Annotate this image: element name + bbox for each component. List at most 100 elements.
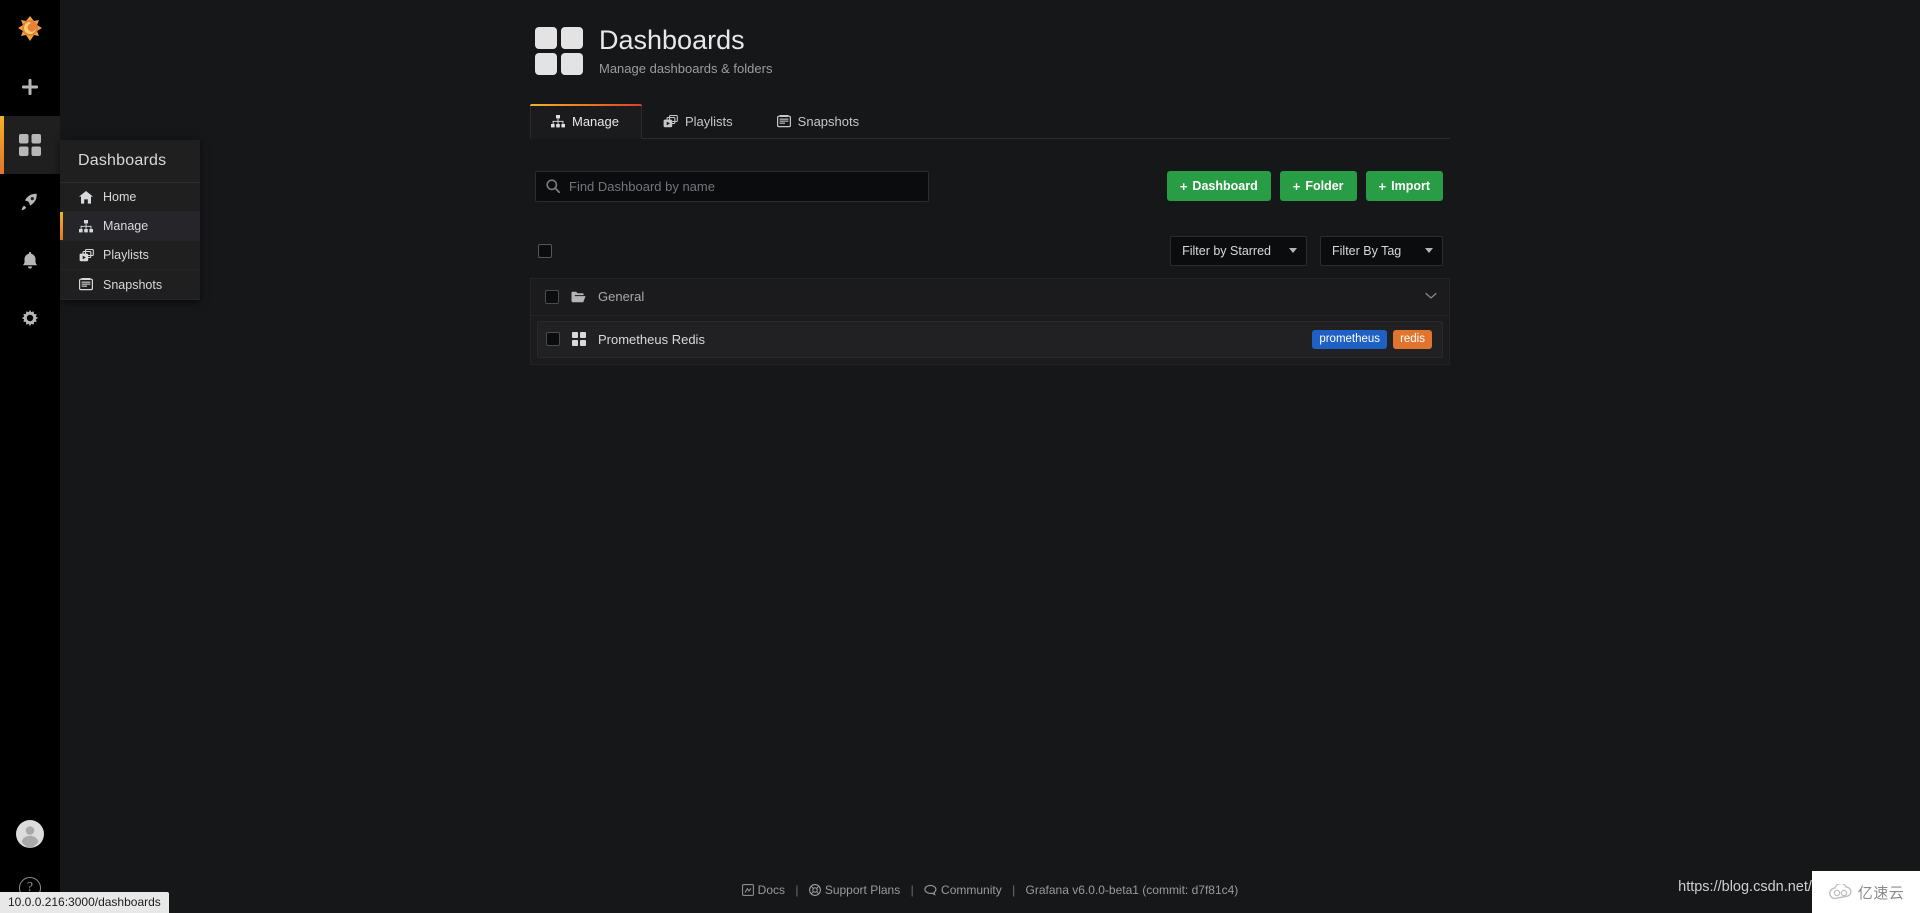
grafana-logo-icon[interactable]: [0, 0, 60, 58]
new-dashboard-button[interactable]: + Dashboard: [1166, 171, 1271, 202]
dashboard-grid-icon: [572, 332, 586, 347]
tab-snapshots[interactable]: Snapshots: [756, 104, 882, 139]
button-label: Folder: [1305, 179, 1344, 194]
cloud-icon: [1828, 884, 1854, 900]
dropdown-item-label: Snapshots: [103, 277, 163, 292]
sitemap-icon: [78, 219, 94, 233]
page-title: Dashboards: [599, 25, 745, 55]
plus-icon: +: [1292, 178, 1301, 194]
plus-icon: [22, 79, 38, 95]
page-inner: Dashboards Manage dashboards & folders M…: [530, 0, 1450, 365]
folder-row-general[interactable]: General: [531, 278, 1449, 316]
search-icon: [546, 179, 560, 194]
chevron-down-icon: [1425, 248, 1433, 254]
footer-link-community[interactable]: Community: [924, 883, 1005, 897]
watermark-text: 亿速云: [1857, 884, 1905, 902]
filter-selects: Filter by Starred Filter By Tag: [1170, 235, 1443, 266]
action-buttons: + Dashboard + Folder + Import: [1166, 171, 1443, 202]
footer-separator: |: [1012, 883, 1016, 897]
footer-link-docs[interactable]: Docs: [741, 883, 789, 897]
tab-manage[interactable]: Manage: [530, 103, 642, 139]
dropdown-header: Dashboards: [78, 152, 167, 169]
dashboard-tags: prometheus redis: [1312, 329, 1432, 349]
playlist-icon: [78, 248, 94, 262]
page-header: Dashboards Manage dashboards & folders: [530, 25, 1450, 76]
footer-link-label: Community: [941, 883, 1002, 897]
camera-icon: [78, 278, 94, 291]
footer-link-label: Support Plans: [824, 883, 901, 897]
filter-by-starred-select[interactable]: Filter by Starred: [1170, 235, 1307, 266]
camera-icon: [776, 114, 791, 128]
page-subtitle: Manage dashboards & folders: [599, 60, 773, 76]
footer-separator: |: [795, 883, 799, 897]
chevron-down-icon[interactable]: [1425, 291, 1437, 303]
folder-checkbox[interactable]: [545, 289, 559, 304]
filter-row: Filter by Starred Filter By Tag: [530, 235, 1450, 266]
page-titles: Dashboards Manage dashboards & folders: [599, 25, 773, 76]
rocket-icon: [21, 193, 37, 211]
doc-icon: [741, 884, 754, 896]
button-label: Dashboard: [1192, 179, 1258, 194]
import-button[interactable]: + Import: [1365, 171, 1443, 202]
tab-playlists[interactable]: Playlists: [642, 104, 756, 139]
dropdown-item-manage[interactable]: Manage: [60, 212, 200, 241]
new-folder-button[interactable]: + Folder: [1279, 171, 1357, 202]
folder-open-icon: [571, 291, 586, 303]
dropdown-item-label: Manage: [103, 219, 149, 233]
sidemenu: ?: [0, 0, 60, 913]
dashboard-title: Prometheus Redis: [598, 331, 705, 347]
browser-status-url: 10.0.0.216:3000/dashboards: [0, 892, 169, 913]
dropdown-item-home[interactable]: Home: [60, 183, 200, 212]
dropdown-item-playlists[interactable]: Playlists: [60, 241, 200, 270]
search-input[interactable]: [569, 178, 918, 194]
dropdown-item-label: Playlists: [103, 248, 149, 262]
footer-version: Grafana v6.0.0-beta1 (commit: d7f81c4): [1025, 883, 1239, 897]
watermark: 亿速云: [1812, 871, 1920, 913]
sidebar-item-alerting[interactable]: [0, 232, 60, 290]
select-value: Filter By Tag: [1332, 243, 1402, 258]
tab-label: Manage: [572, 113, 619, 129]
sidebar-item-create[interactable]: [0, 58, 60, 116]
sitemap-icon: [551, 114, 565, 128]
dropdown-item-label: Home: [103, 190, 137, 204]
select-value: Filter by Starred: [1182, 243, 1271, 258]
tab-bar: Manage Playlists Snapshots: [530, 103, 1450, 139]
tab-label: Playlists: [684, 113, 733, 129]
action-row: + Dashboard + Folder + Import: [530, 170, 1450, 202]
tag-prometheus[interactable]: prometheus: [1312, 329, 1388, 349]
overlay-url-hint: https://blog.csdn.net/q: [1678, 879, 1820, 895]
dashboards-grid-icon: [535, 26, 583, 75]
comment-icon: [924, 884, 937, 896]
plus-icon: +: [1378, 178, 1387, 194]
filter-by-tag-select[interactable]: Filter By Tag: [1320, 235, 1443, 266]
page-content: Dashboards Manage dashboards & folders M…: [60, 0, 1920, 913]
select-all-checkbox[interactable]: [538, 243, 552, 258]
search-box[interactable]: [535, 170, 929, 202]
dashboard-list: General Prometheus Redis prometheus redi…: [530, 277, 1450, 365]
lifebuoy-icon: [808, 884, 821, 896]
dropdown-item-snapshots[interactable]: Snapshots: [60, 270, 200, 299]
sidebar-item-explore[interactable]: [0, 174, 60, 232]
sidebar-item-dashboards[interactable]: [0, 116, 60, 174]
home-icon: [78, 190, 94, 204]
gear-icon: [21, 309, 39, 327]
button-label: Import: [1391, 179, 1430, 194]
footer-separator: |: [910, 883, 914, 897]
dropdown-items: Home Manage Playlists Snapshots: [60, 182, 200, 299]
plus-icon: +: [1179, 178, 1188, 194]
bell-icon: [23, 252, 37, 269]
footer: Docs | Support Plans | Community | Grafa…: [60, 883, 1920, 897]
playlist-icon: [663, 114, 678, 128]
dashboard-row-prometheus-redis[interactable]: Prometheus Redis prometheus redis: [537, 320, 1443, 358]
tab-label: Snapshots: [797, 113, 860, 129]
sidebar-item-configuration[interactable]: [0, 290, 60, 348]
dashboard-checkbox[interactable]: [546, 332, 560, 347]
sidebar-item-user-avatar[interactable]: [0, 805, 60, 863]
footer-link-support-plans[interactable]: Support Plans: [808, 883, 904, 897]
folder-name: General: [598, 289, 645, 305]
avatar-icon: [16, 820, 44, 848]
tag-redis[interactable]: redis: [1393, 329, 1432, 349]
footer-link-label: Docs: [757, 883, 786, 897]
dashboards-icon: [19, 134, 41, 156]
dashboards-dropdown-menu: Dashboards Home Manage Playlists Snapsho…: [60, 140, 200, 300]
